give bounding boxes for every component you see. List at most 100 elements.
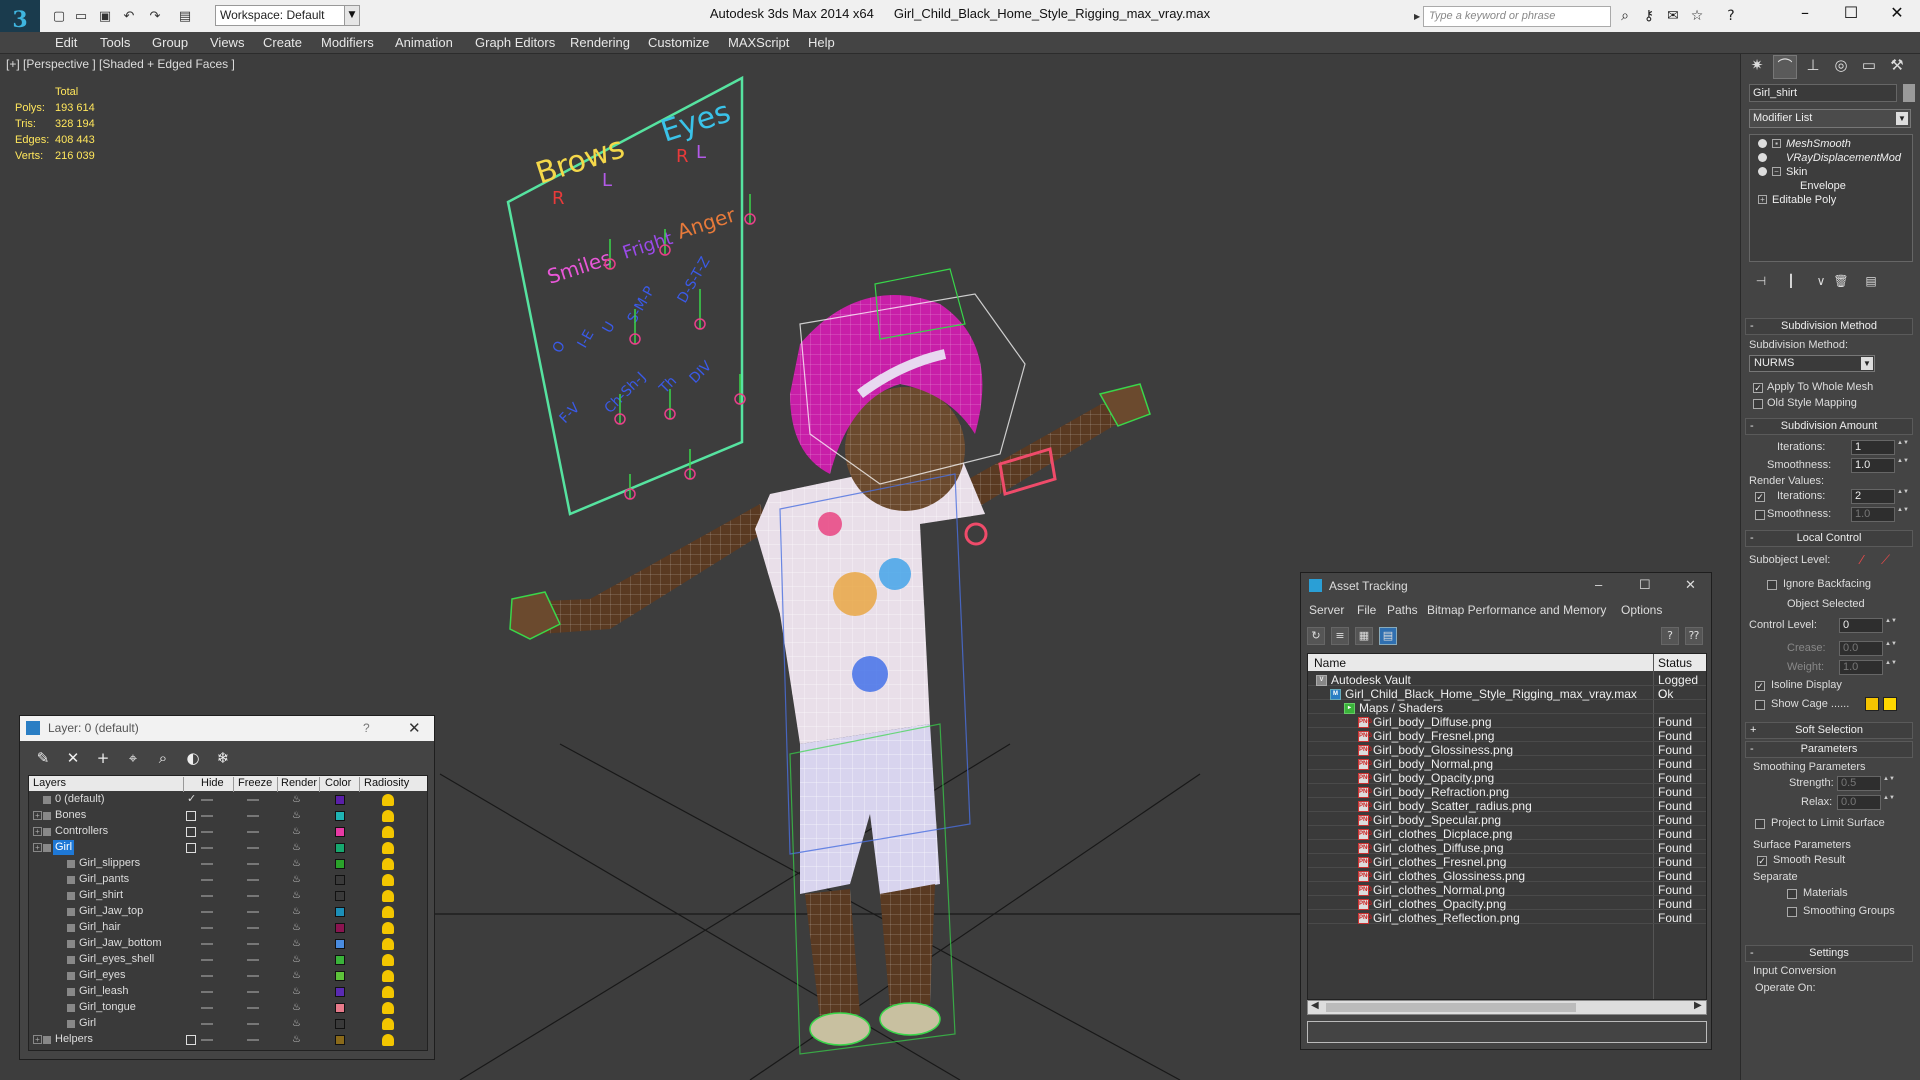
teapot-render-icon[interactable]: ♨ bbox=[292, 987, 302, 997]
save-file-icon[interactable]: ▣ bbox=[96, 7, 114, 25]
hide-toggle[interactable] bbox=[201, 959, 213, 961]
hide-toggle[interactable] bbox=[201, 799, 213, 801]
close-icon[interactable]: ✕ bbox=[408, 719, 421, 737]
radiosity-lamp-icon[interactable] bbox=[382, 890, 394, 902]
scroll-left-icon[interactable]: ◀ bbox=[1311, 1000, 1319, 1011]
spinner-arrows-icon[interactable]: ▲▼ bbox=[1883, 795, 1895, 810]
cage-color-swatch-2[interactable] bbox=[1883, 697, 1897, 711]
remove-modifier-icon[interactable]: 🗑 bbox=[1833, 273, 1849, 289]
render-iterations-spinner[interactable]: 2 bbox=[1851, 489, 1895, 504]
layer-row[interactable]: 0 (default) ✓ ♨ bbox=[29, 792, 419, 808]
project-limit-checkbox[interactable] bbox=[1755, 819, 1765, 829]
layer-color-swatch[interactable] bbox=[335, 875, 345, 885]
col-status[interactable]: Status bbox=[1658, 656, 1692, 670]
spinner-arrows-icon[interactable]: ▲▼ bbox=[1885, 660, 1897, 675]
radiosity-lamp-icon[interactable] bbox=[382, 938, 394, 950]
teapot-render-icon[interactable]: ♨ bbox=[292, 923, 302, 933]
current-layer-check-icon[interactable]: ✓ bbox=[187, 792, 196, 805]
asset-menu-server[interactable]: Server bbox=[1309, 603, 1344, 617]
help-icon[interactable]: ? bbox=[1722, 7, 1740, 25]
workspace-dropdown[interactable]: Workspace: Default bbox=[215, 5, 360, 26]
layer-row[interactable]: Girl_shirt ♨ bbox=[29, 888, 419, 904]
hide-toggle[interactable] bbox=[201, 863, 213, 865]
asset-row[interactable]: PNG Girl_clothes_Glossiness.png Found bbox=[1308, 868, 1706, 883]
layer-name[interactable]: Girl_eyes_shell bbox=[77, 952, 156, 967]
stack-item-vraydisplacement[interactable]: VRayDisplacementMod bbox=[1750, 151, 1912, 166]
freeze-toggle[interactable] bbox=[247, 847, 259, 849]
hide-toggle[interactable] bbox=[201, 879, 213, 881]
configure-modifier-sets-icon[interactable]: ▤ bbox=[1863, 273, 1879, 289]
context-help-icon[interactable]: ⁇ bbox=[1685, 627, 1703, 645]
layer-row[interactable]: Girl_pants ♨ bbox=[29, 872, 419, 888]
layer-row[interactable]: Girl_Jaw_bottom ♨ bbox=[29, 936, 419, 952]
render-smoothness-checkbox[interactable] bbox=[1755, 510, 1765, 520]
search-input[interactable]: Type a keyword or phrase bbox=[1423, 6, 1611, 27]
show-end-result-icon[interactable]: ┃ bbox=[1783, 273, 1799, 289]
delete-layer-icon[interactable]: ✕ bbox=[64, 749, 82, 767]
stack-item-meshsmooth[interactable]: ▪ MeshSmooth bbox=[1750, 137, 1912, 152]
current-layer-checkbox[interactable] bbox=[186, 827, 196, 837]
rollout-soft-selection[interactable]: + Soft Selection bbox=[1745, 722, 1913, 739]
scroll-right-icon[interactable]: ▶ bbox=[1694, 1000, 1702, 1011]
viewport-label[interactable]: [+] [Perspective ] [Shaded + Edged Faces… bbox=[6, 57, 235, 71]
asset-menu-bitmap-performance[interactable]: Bitmap Performance and Memory bbox=[1427, 603, 1606, 617]
layer-row[interactable]: Girl_hair ♨ bbox=[29, 920, 419, 936]
freeze-toggle[interactable] bbox=[247, 1039, 259, 1041]
old-style-mapping-checkbox[interactable] bbox=[1753, 399, 1763, 409]
vertex-subobject-icon[interactable]: ⁄ bbox=[1861, 552, 1863, 567]
subscription-key-icon[interactable]: ⚷ bbox=[1640, 7, 1658, 25]
hide-toggle[interactable] bbox=[201, 895, 213, 897]
make-unique-icon[interactable]: ∨ bbox=[1813, 273, 1829, 289]
teapot-render-icon[interactable]: ♨ bbox=[292, 795, 302, 805]
crease-spinner[interactable]: 0.0 bbox=[1839, 641, 1883, 656]
expand-icon[interactable]: + bbox=[33, 1035, 42, 1044]
layer-color-swatch[interactable] bbox=[335, 827, 345, 837]
radiosity-lamp-icon[interactable] bbox=[382, 906, 394, 918]
layer-name[interactable]: Girl_hair bbox=[77, 920, 123, 935]
freeze-toggle[interactable] bbox=[247, 927, 259, 929]
layer-color-swatch[interactable] bbox=[335, 987, 345, 997]
asset-menu-paths[interactable]: Paths bbox=[1387, 603, 1418, 617]
layer-color-swatch[interactable] bbox=[335, 1035, 345, 1045]
layer-name[interactable]: Girl_slippers bbox=[77, 856, 142, 871]
layer-name[interactable]: Helpers bbox=[53, 1032, 95, 1047]
project-folder-icon[interactable]: ▤ bbox=[176, 7, 194, 25]
scrollbar-thumb[interactable] bbox=[1326, 1003, 1576, 1012]
freeze-toggle[interactable] bbox=[247, 991, 259, 993]
freeze-toggle[interactable] bbox=[247, 943, 259, 945]
apply-whole-mesh-checkbox[interactable]: ✓ bbox=[1753, 383, 1763, 393]
teapot-render-icon[interactable]: ♨ bbox=[292, 1019, 302, 1029]
spinner-arrows-icon[interactable]: ▲▼ bbox=[1897, 507, 1909, 522]
expand-icon[interactable]: + bbox=[33, 827, 42, 836]
object-name-field[interactable]: Girl_shirt bbox=[1749, 84, 1897, 102]
layer-row[interactable]: + Helpers ♨ bbox=[29, 1032, 419, 1048]
layer-name[interactable]: Bones bbox=[53, 808, 88, 823]
menu-customize[interactable]: Customize bbox=[648, 35, 709, 50]
freeze-toggle[interactable] bbox=[247, 959, 259, 961]
layer-row[interactable]: + Girl ♨ bbox=[29, 840, 419, 856]
layer-color-swatch[interactable] bbox=[335, 843, 345, 853]
modifier-list-dropdown[interactable]: Modifier List ▼ bbox=[1749, 109, 1911, 128]
show-cage-checkbox[interactable] bbox=[1755, 700, 1765, 710]
strength-spinner[interactable]: 0.5 bbox=[1837, 776, 1881, 791]
hide-toggle[interactable] bbox=[201, 1039, 213, 1041]
close-icon[interactable]: ✕ bbox=[1685, 577, 1696, 593]
col-color[interactable]: Color bbox=[325, 777, 351, 789]
freeze-all-layers-icon[interactable]: ❄ bbox=[214, 749, 232, 767]
freeze-toggle[interactable] bbox=[247, 911, 259, 913]
layer-name[interactable]: Girl_pants bbox=[77, 872, 131, 887]
minimize-button[interactable]: – bbox=[1782, 0, 1828, 28]
close-button[interactable]: ✕ bbox=[1874, 0, 1920, 28]
smooth-result-checkbox[interactable]: ✓ bbox=[1757, 856, 1767, 866]
utilities-tab-icon[interactable]: ⚒ bbox=[1885, 55, 1909, 79]
layer-color-swatch[interactable] bbox=[335, 939, 345, 949]
current-layer-checkbox[interactable] bbox=[186, 843, 196, 853]
asset-row[interactable]: PNG Girl_body_Diffuse.png Found bbox=[1308, 714, 1706, 729]
menu-group[interactable]: Group bbox=[152, 35, 188, 50]
asset-row[interactable]: PNG Girl_clothes_Fresnel.png Found bbox=[1308, 854, 1706, 869]
asset-window-titlebar[interactable]: Asset Tracking – ☐ ✕ bbox=[1301, 573, 1711, 599]
layer-color-swatch[interactable] bbox=[335, 891, 345, 901]
menu-modifiers[interactable]: Modifiers bbox=[321, 35, 374, 50]
render-iterations-checkbox[interactable]: ✓ bbox=[1755, 492, 1765, 502]
communication-center-icon[interactable]: ✉ bbox=[1664, 7, 1682, 25]
